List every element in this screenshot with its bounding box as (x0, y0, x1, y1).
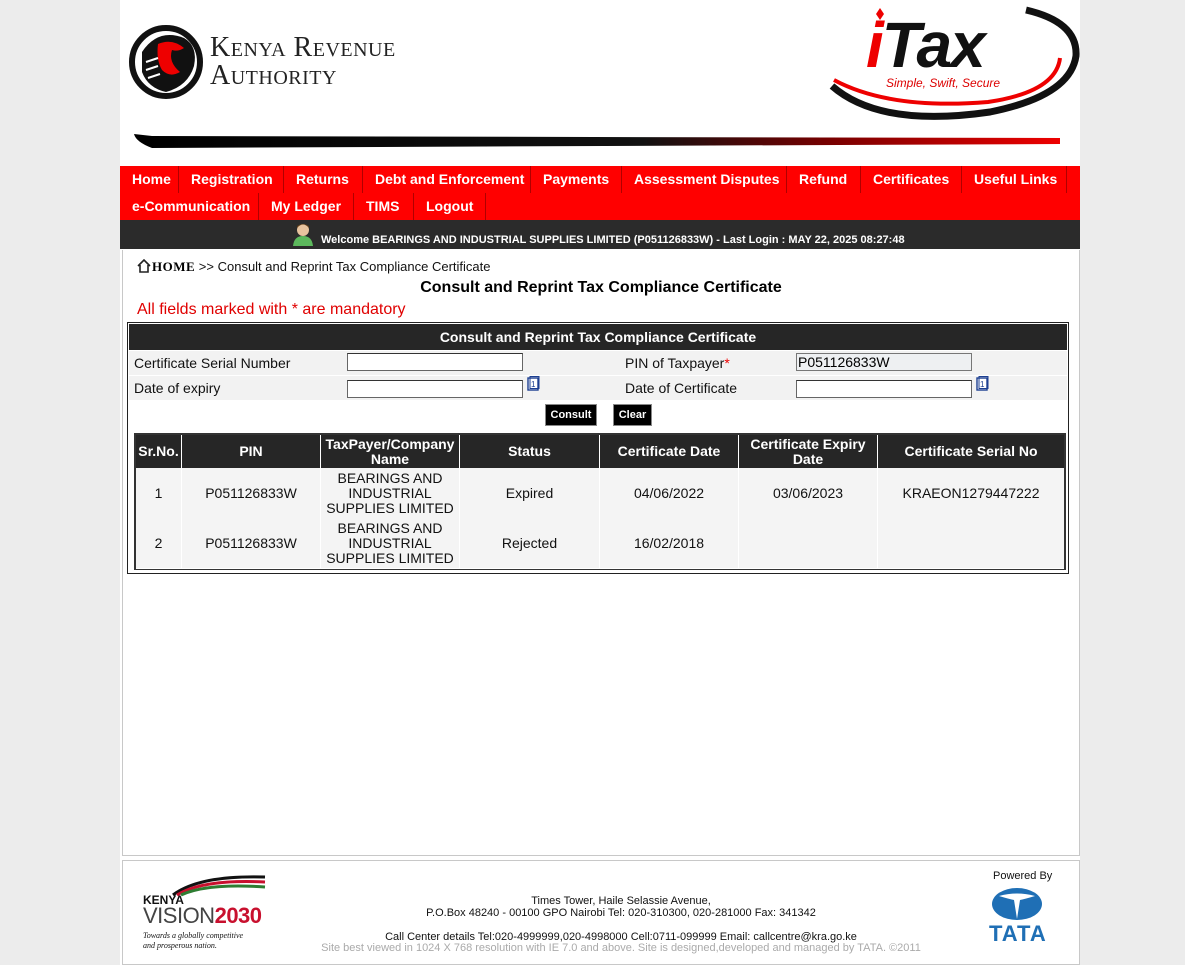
breadcrumb: HOME >> Consult and Reprint Tax Complian… (137, 259, 490, 275)
col-header-pin: PIN (182, 435, 321, 468)
col-header-cert-date: Certificate Date (600, 435, 739, 468)
form-row-2: Date of expiry 1 Date of Certificate 1 (129, 376, 1067, 401)
nav-logout[interactable]: Logout (414, 193, 486, 220)
col-header-name: TaxPayer/Company Name (321, 435, 460, 468)
main-content: HOME >> Consult and Reprint Tax Complian… (122, 250, 1080, 856)
date-of-certificate-label: Date of Certificate (625, 380, 738, 396)
pin-label: PIN of Taxpayer* (625, 355, 730, 371)
page-title: Consult and Reprint Tax Compliance Certi… (420, 279, 782, 296)
nav-certificates[interactable]: Certificates (861, 166, 962, 193)
col-header-expiry-date: Certificate Expiry Date (739, 435, 878, 468)
date-of-expiry-input[interactable] (347, 380, 523, 398)
form-row-1: Certificate Serial Number PIN of Taxpaye… (129, 351, 1067, 376)
tata-wordmark: TATA (989, 921, 1047, 946)
svg-text:1: 1 (980, 380, 985, 389)
nav-debt-enforcement[interactable]: Debt and Enforcement (363, 166, 531, 193)
itax-i: i (866, 9, 884, 81)
cell-expiry-date (739, 518, 878, 568)
nav-payments[interactable]: Payments (531, 166, 622, 193)
consult-button[interactable]: Consult (545, 404, 597, 426)
breadcrumb-home-label: HOME (152, 259, 196, 274)
pin-input[interactable] (796, 353, 972, 371)
page: Kenya Revenue Authority iTax Simple, Swi… (120, 0, 1080, 965)
nav-row-1: Home Registration Returns Debt and Enfor… (120, 166, 1067, 193)
vision-flag-icon (172, 875, 266, 897)
cell-status: Rejected (460, 518, 600, 568)
itax-logo[interactable]: iTax Simple, Swift, Secure (820, 0, 1080, 125)
footer-site-note: Site best viewed in 1024 X 768 resolutio… (321, 942, 921, 954)
cell-name: BEARINGS AND INDUSTRIAL SUPPLIES LIMITED (321, 518, 460, 568)
lion-icon (129, 25, 203, 99)
nav-my-ledger[interactable]: My Ledger (259, 193, 354, 220)
form-button-row: Consult Clear (129, 400, 1067, 428)
certificate-form: Consult and Reprint Tax Compliance Certi… (127, 322, 1069, 574)
nav-registration[interactable]: Registration (179, 166, 284, 193)
cell-name: BEARINGS AND INDUSTRIAL SUPPLIES LIMITED (321, 468, 460, 518)
nav-e-communication[interactable]: e-Communication (120, 193, 259, 220)
cell-pin: P051126833W (182, 518, 321, 568)
date-of-expiry-label: Date of expiry (134, 380, 221, 396)
serial-number-label: Certificate Serial Number (134, 355, 291, 371)
form-heading: Consult and Reprint Tax Compliance Certi… (129, 324, 1067, 350)
col-header-serial: Certificate Serial No (878, 435, 1064, 468)
kra-name-line1: Kenya Revenue (210, 32, 396, 63)
required-mark: * (724, 355, 730, 371)
results-table: Sr.No. PIN TaxPayer/Company Name Status … (134, 433, 1066, 570)
nav-assessment-disputes[interactable]: Assessment Disputes (622, 166, 787, 193)
cell-expiry-date: 03/06/2023 (739, 468, 878, 518)
cell-serial[interactable] (878, 518, 1064, 568)
nav-tims[interactable]: TIMS (354, 193, 414, 220)
col-header-srno: Sr.No. (136, 435, 182, 468)
powered-by-label: Powered By (993, 870, 1053, 882)
cell-srno: 2 (136, 518, 182, 568)
calendar-icon[interactable]: 1 (527, 376, 540, 392)
welcome-text: Welcome BEARINGS AND INDUSTRIAL SUPPLIES… (321, 234, 905, 246)
main-nav: Home Registration Returns Debt and Enfor… (120, 166, 1080, 220)
itax-tax: Tax (881, 9, 986, 81)
breadcrumb-current: >> Consult and Reprint Tax Compliance Ce… (198, 259, 491, 274)
header-swoosh (134, 134, 1060, 148)
header: Kenya Revenue Authority iTax Simple, Swi… (120, 0, 1080, 166)
table-row: 2 P051126833W BEARINGS AND INDUSTRIAL SU… (136, 518, 1064, 569)
nav-useful-links[interactable]: Useful Links (962, 166, 1067, 193)
home-icon (137, 259, 151, 273)
nav-row-2: e-Communication My Ledger TIMS Logout (120, 193, 486, 220)
table-row: 1 P051126833W BEARINGS AND INDUSTRIAL SU… (136, 468, 1064, 519)
cell-status: Expired (460, 468, 600, 518)
user-icon (293, 224, 313, 246)
serial-number-input[interactable] (347, 353, 523, 371)
breadcrumb-home-link[interactable]: HOME (137, 259, 195, 274)
nav-home[interactable]: Home (120, 166, 179, 193)
footer-address-1: Times Tower, Haile Selassie Avenue, (531, 895, 711, 907)
footer: KENYA VISION2030 Towards a globally comp… (122, 860, 1080, 965)
cell-cert-date: 04/06/2022 (600, 468, 739, 518)
cell-srno: 1 (136, 468, 182, 518)
footer-address-2: P.O.Box 48240 - 00100 GPO Nairobi Tel: 0… (426, 907, 816, 919)
nav-refund[interactable]: Refund (787, 166, 861, 193)
date-of-certificate-input[interactable] (796, 380, 972, 398)
cell-serial[interactable]: KRAEON1279447222 (878, 468, 1064, 518)
kra-logo[interactable]: Kenya Revenue Authority (128, 22, 448, 102)
svg-text:1: 1 (531, 380, 536, 389)
tata-logo-icon (992, 888, 1042, 920)
cell-cert-date: 16/02/2018 (600, 518, 739, 568)
cell-pin: P051126833W (182, 468, 321, 518)
itax-wordmark: iTax (866, 8, 986, 82)
mandatory-note: All fields marked with * are mandatory (137, 301, 406, 318)
clear-button[interactable]: Clear (613, 404, 652, 426)
calendar-icon[interactable]: 1 (976, 376, 989, 392)
itax-tagline: Simple, Swift, Secure (886, 76, 1001, 90)
pin-label-text: PIN of Taxpayer (625, 355, 725, 371)
welcome-bar: Welcome BEARINGS AND INDUSTRIAL SUPPLIES… (120, 220, 1080, 249)
col-header-status: Status (460, 435, 600, 468)
nav-returns[interactable]: Returns (284, 166, 363, 193)
kra-name-line2: Authority (210, 60, 337, 91)
